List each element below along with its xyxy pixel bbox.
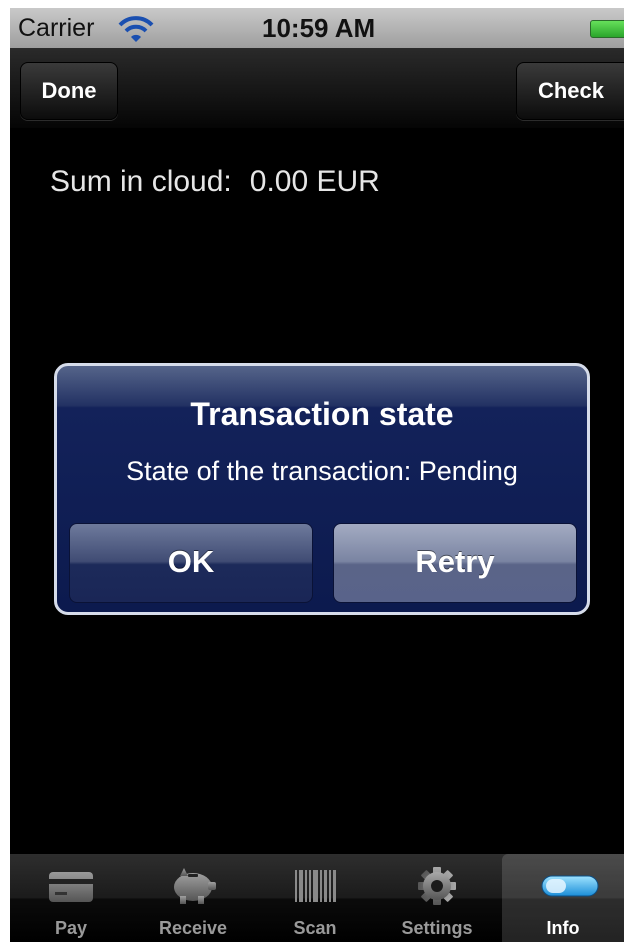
barcode-icon — [290, 866, 340, 906]
piggy-bank-icon — [168, 866, 218, 906]
sum-label: Sum in cloud: — [50, 165, 232, 198]
transaction-alert-dialog: Transaction state State of the transacti… — [54, 363, 590, 615]
carrier-label: Carrier — [18, 14, 95, 42]
status-time: 10:59 AM — [262, 13, 376, 43]
ok-button[interactable]: OK — [69, 523, 313, 603]
retry-button[interactable]: Retry — [333, 523, 577, 603]
battery-icon — [590, 20, 624, 38]
sum-row: Sum in cloud: 0.00 EUR — [50, 165, 380, 199]
tab-pay[interactable]: Pay — [10, 854, 132, 942]
alert-message: State of the transaction: Pending — [126, 456, 518, 486]
tab-info[interactable]: Info — [502, 854, 624, 942]
tab-scan[interactable]: Scan — [254, 854, 376, 942]
tab-bar: Pay Receive Scan Settings Info — [10, 854, 624, 942]
credit-card-icon — [46, 866, 96, 906]
check-button[interactable]: Check — [516, 62, 624, 120]
tab-settings[interactable]: Settings — [376, 854, 498, 942]
tab-label-scan: Scan — [293, 918, 337, 938]
tab-label-receive: Receive — [158, 918, 228, 938]
navigation-bar: Done Check — [10, 48, 624, 128]
tab-label-info: Info — [546, 918, 580, 938]
gear-icon — [412, 866, 462, 906]
app-screen: Carrier 10:59 AM Done Check Sum in cloud… — [10, 8, 624, 942]
wifi-icon — [118, 15, 154, 48]
status-bar: Carrier 10:59 AM — [10, 8, 624, 48]
tab-receive[interactable]: Receive — [132, 854, 254, 942]
tab-label-pay: Pay — [54, 918, 88, 938]
sum-value: 0.00 EUR — [249, 165, 380, 198]
capsule-icon — [538, 866, 599, 906]
tab-label-settings: Settings — [401, 918, 473, 938]
alert-title: Transaction state — [190, 396, 454, 432]
done-button[interactable]: Done — [20, 62, 118, 120]
